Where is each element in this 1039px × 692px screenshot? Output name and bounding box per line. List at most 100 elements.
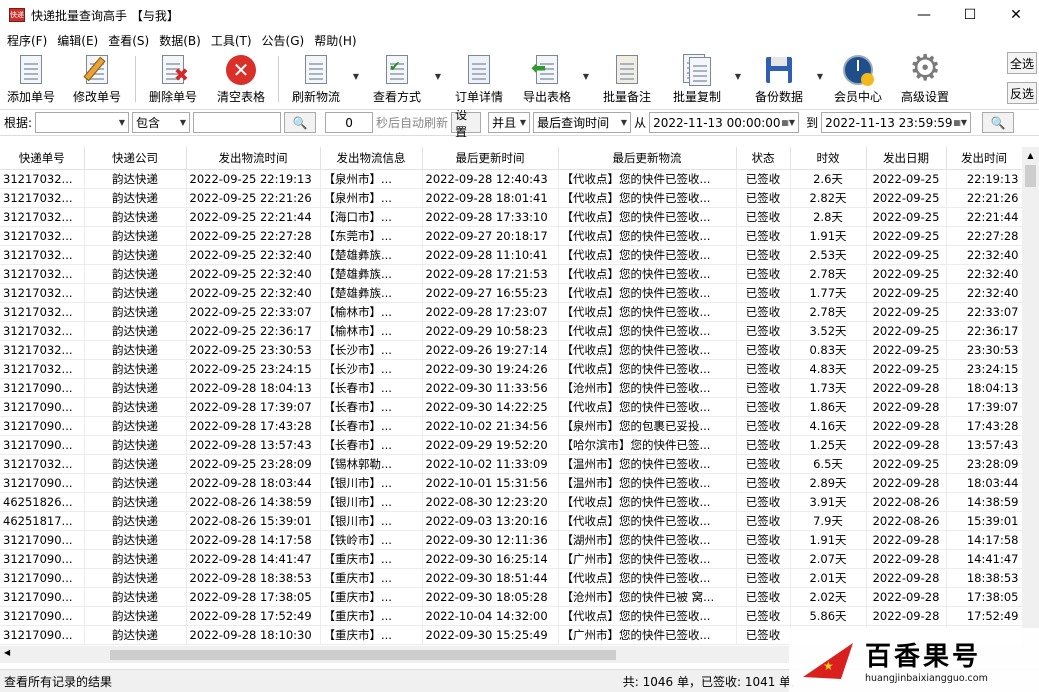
batch-note-button[interactable]: 批量备注 bbox=[592, 50, 662, 108]
view-mode-dropdown-arrow[interactable]: ▼ bbox=[432, 50, 444, 81]
table-row[interactable]: 31217032... 韵达快递 2022-09-25 22:19:13 【泉州市】.… bbox=[0, 169, 1023, 189]
scroll-left-icon[interactable]: ◀ bbox=[4, 648, 10, 657]
batch-copy-dropdown-arrow[interactable]: ▼ bbox=[732, 50, 744, 81]
minimize-button[interactable]: — bbox=[901, 0, 947, 30]
table-cell: 已签收 bbox=[736, 302, 791, 322]
table-cell: 2022-09-30 14:22:25 bbox=[422, 397, 559, 417]
table-cell: 韵达快递 bbox=[84, 397, 187, 417]
date-search-button[interactable]: 🔍 bbox=[982, 112, 1015, 133]
close-window-button[interactable]: ✕ bbox=[993, 0, 1039, 30]
table-cell: 2022-09-25 23:30:53 bbox=[186, 340, 321, 360]
table-cell: 【榆林市】... bbox=[320, 321, 423, 341]
column-header[interactable]: 状态 bbox=[736, 147, 791, 170]
backup-data-button[interactable]: 备份数据 bbox=[744, 50, 814, 108]
menu-program[interactable]: 程序(F) bbox=[2, 32, 52, 49]
table-cell: 韵达快递 bbox=[84, 188, 187, 208]
filter-operator-select[interactable]: 包含 ▼ bbox=[132, 112, 191, 133]
table-cell: 2022-09-25 23:28:09 bbox=[186, 454, 321, 474]
table-cell: 已签收 bbox=[736, 606, 791, 626]
column-header[interactable]: 发出物流时间 bbox=[186, 147, 321, 170]
from-date-picker[interactable]: 2022-11-13 00:00:00 ▦▼ bbox=[649, 112, 800, 133]
refresh-dropdown-arrow[interactable]: ▼ bbox=[350, 50, 362, 81]
batch-copy-button[interactable]: 批量复制 bbox=[662, 50, 732, 108]
view-mode-button[interactable]: ✔ 查看方式 bbox=[362, 50, 432, 108]
table-row[interactable]: 31217032... 韵达快递 2022-09-25 22:27:28 【东莞市】.… bbox=[0, 226, 1023, 246]
menu-edit[interactable]: 编辑(E) bbox=[52, 32, 103, 49]
table-row[interactable]: 46251817... 韵达快递 2022-08-26 15:39:01 【银川市】.… bbox=[0, 511, 1023, 531]
table-row[interactable]: 31217032... 韵达快递 2022-09-25 22:32:40 【楚雄彝族.… bbox=[0, 245, 1023, 265]
table-row[interactable]: 31217032... 韵达快递 2022-09-25 22:21:26 【泉州市】.… bbox=[0, 188, 1023, 208]
search-button[interactable]: 🔍 bbox=[284, 112, 317, 133]
table-row[interactable]: 31217090... 韵达快递 2022-09-28 14:17:58 【铁岭市】.… bbox=[0, 530, 1023, 550]
delete-doc-icon: ✖ bbox=[157, 54, 189, 86]
edit-number-button[interactable]: 修改单号 bbox=[62, 50, 132, 108]
table-row[interactable]: 31217090... 韵达快递 2022-09-28 14:41:47 【重庆市】.… bbox=[0, 549, 1023, 569]
menu-tools[interactable]: 工具(T) bbox=[206, 32, 257, 49]
table-row[interactable]: 31217090... 韵达快递 2022-09-28 17:52:49 【重庆市】.… bbox=[0, 606, 1023, 626]
table-row[interactable]: 46251826... 韵达快递 2022-08-26 14:38:59 【银川市】.… bbox=[0, 492, 1023, 512]
order-detail-button[interactable]: 订单详情 bbox=[444, 50, 514, 108]
table-row[interactable]: 31217090... 韵达快递 2022-09-28 18:04:13 【长春市】.… bbox=[0, 378, 1023, 398]
menu-data[interactable]: 数据(B) bbox=[154, 32, 206, 49]
table-cell: 2.89天 bbox=[790, 473, 867, 493]
column-header[interactable]: 最后更新物流 bbox=[558, 147, 737, 170]
table-cell: 韵达快递 bbox=[84, 530, 187, 550]
column-header[interactable]: 时效 bbox=[790, 147, 867, 170]
table-row[interactable]: 31217032... 韵达快递 2022-09-25 22:21:44 【海口市】.… bbox=[0, 207, 1023, 227]
table-row[interactable]: 31217090... 韵达快递 2022-09-28 17:43:28 【长春市】.… bbox=[0, 416, 1023, 436]
table-row[interactable]: 31217090... 韵达快递 2022-09-28 13:57:43 【长春市】.… bbox=[0, 435, 1023, 455]
maximize-button[interactable]: ☐ bbox=[947, 0, 993, 30]
seconds-input[interactable]: 0 bbox=[325, 112, 374, 133]
clear-table-button[interactable]: ✕ 清空表格 bbox=[207, 50, 275, 108]
export-dropdown-arrow[interactable]: ▼ bbox=[580, 50, 592, 81]
table-row[interactable]: 31217032... 韵达快递 2022-09-25 23:30:53 【长沙市】.… bbox=[0, 340, 1023, 360]
table-row[interactable]: 31217090... 韵达快递 2022-09-28 18:38:53 【重庆市】.… bbox=[0, 568, 1023, 588]
column-header[interactable]: 最后更新时间 bbox=[422, 147, 559, 170]
column-header[interactable]: 发出时间 bbox=[946, 147, 1023, 170]
advanced-settings-button[interactable]: ⚙ 高级设置 bbox=[890, 48, 960, 108]
table-cell: 【代收点】您的快件已签收... bbox=[558, 359, 737, 379]
delete-number-button[interactable]: ✖ 删除单号 bbox=[139, 50, 207, 108]
time-field-select[interactable]: 最后查询时间 ▼ bbox=[533, 112, 632, 133]
select-all-button[interactable]: 全选 bbox=[1007, 52, 1037, 74]
table-cell: 【代收点】您的快件已签收... bbox=[558, 511, 737, 531]
vertical-scroll-thumb[interactable] bbox=[1025, 165, 1036, 187]
table-row[interactable]: 31217032... 韵达快递 2022-09-25 23:28:09 【锡林郭勒.… bbox=[0, 454, 1023, 474]
table-row[interactable]: 31217090... 韵达快递 2022-09-28 17:39:07 【长春市】.… bbox=[0, 397, 1023, 417]
menu-view[interactable]: 查看(S) bbox=[103, 32, 154, 49]
table-row[interactable]: 31217032... 韵达快递 2022-09-25 22:32:40 【楚雄彝族.… bbox=[0, 264, 1023, 284]
invert-selection-button[interactable]: 反选 bbox=[1007, 82, 1037, 104]
filter-field-select[interactable]: ▼ bbox=[35, 112, 130, 133]
table-cell: 46251826... bbox=[0, 492, 85, 512]
column-header[interactable]: 发出日期 bbox=[866, 147, 947, 170]
horizontal-scroll-thumb[interactable] bbox=[110, 650, 616, 660]
table-cell: 【代收点】您的快件已签收... bbox=[558, 264, 737, 284]
backup-dropdown-arrow[interactable]: ▼ bbox=[814, 50, 826, 81]
keyword-input[interactable] bbox=[193, 112, 282, 133]
table-row[interactable]: 31217032... 韵达快递 2022-09-25 22:36:17 【榆林市】.… bbox=[0, 321, 1023, 341]
toolbar-separator bbox=[278, 56, 279, 102]
settings-button[interactable]: 设置 bbox=[451, 108, 482, 139]
export-table-button[interactable]: ⬅ 导出表格 bbox=[514, 50, 580, 108]
table-row[interactable]: 31217032... 韵达快递 2022-09-25 23:24:15 【长沙市】.… bbox=[0, 359, 1023, 379]
edit-number-label: 修改单号 bbox=[72, 90, 121, 104]
refresh-logistics-button[interactable]: 刷新物流 bbox=[282, 50, 350, 108]
table-cell: 14:41:47 bbox=[946, 549, 1023, 569]
column-header[interactable]: 快递单号 bbox=[0, 147, 85, 170]
column-header[interactable]: 快递公司 bbox=[84, 147, 187, 170]
table-row[interactable]: 31217032... 韵达快递 2022-09-25 22:33:07 【榆林市】.… bbox=[0, 302, 1023, 322]
add-number-button[interactable]: 添加单号 bbox=[0, 50, 62, 108]
menu-help[interactable]: 帮助(H) bbox=[309, 32, 361, 49]
table-row[interactable]: 31217090... 韵达快递 2022-09-28 18:03:44 【银川市】.… bbox=[0, 473, 1023, 493]
table-row[interactable]: 31217090... 韵达快递 2022-09-28 17:38:05 【重庆市】.… bbox=[0, 587, 1023, 607]
table-cell: 31217090... bbox=[0, 397, 85, 417]
member-center-button[interactable]: 会员中心 bbox=[826, 50, 890, 108]
column-header[interactable]: 发出物流信息 bbox=[320, 147, 423, 170]
scroll-up-icon[interactable]: ▲ bbox=[1022, 147, 1039, 164]
table-row[interactable]: 31217032... 韵达快递 2022-09-25 22:32:40 【楚雄彝族.… bbox=[0, 283, 1023, 303]
table-cell: 已签收 bbox=[736, 492, 791, 512]
logic-select[interactable]: 并且 ▼ bbox=[488, 112, 531, 133]
vertical-scrollbar[interactable]: ▲ bbox=[1022, 147, 1039, 646]
to-date-picker[interactable]: 2022-11-13 23:59:59 ▦▼ bbox=[821, 112, 972, 133]
menu-notice[interactable]: 公告(G) bbox=[257, 32, 310, 49]
